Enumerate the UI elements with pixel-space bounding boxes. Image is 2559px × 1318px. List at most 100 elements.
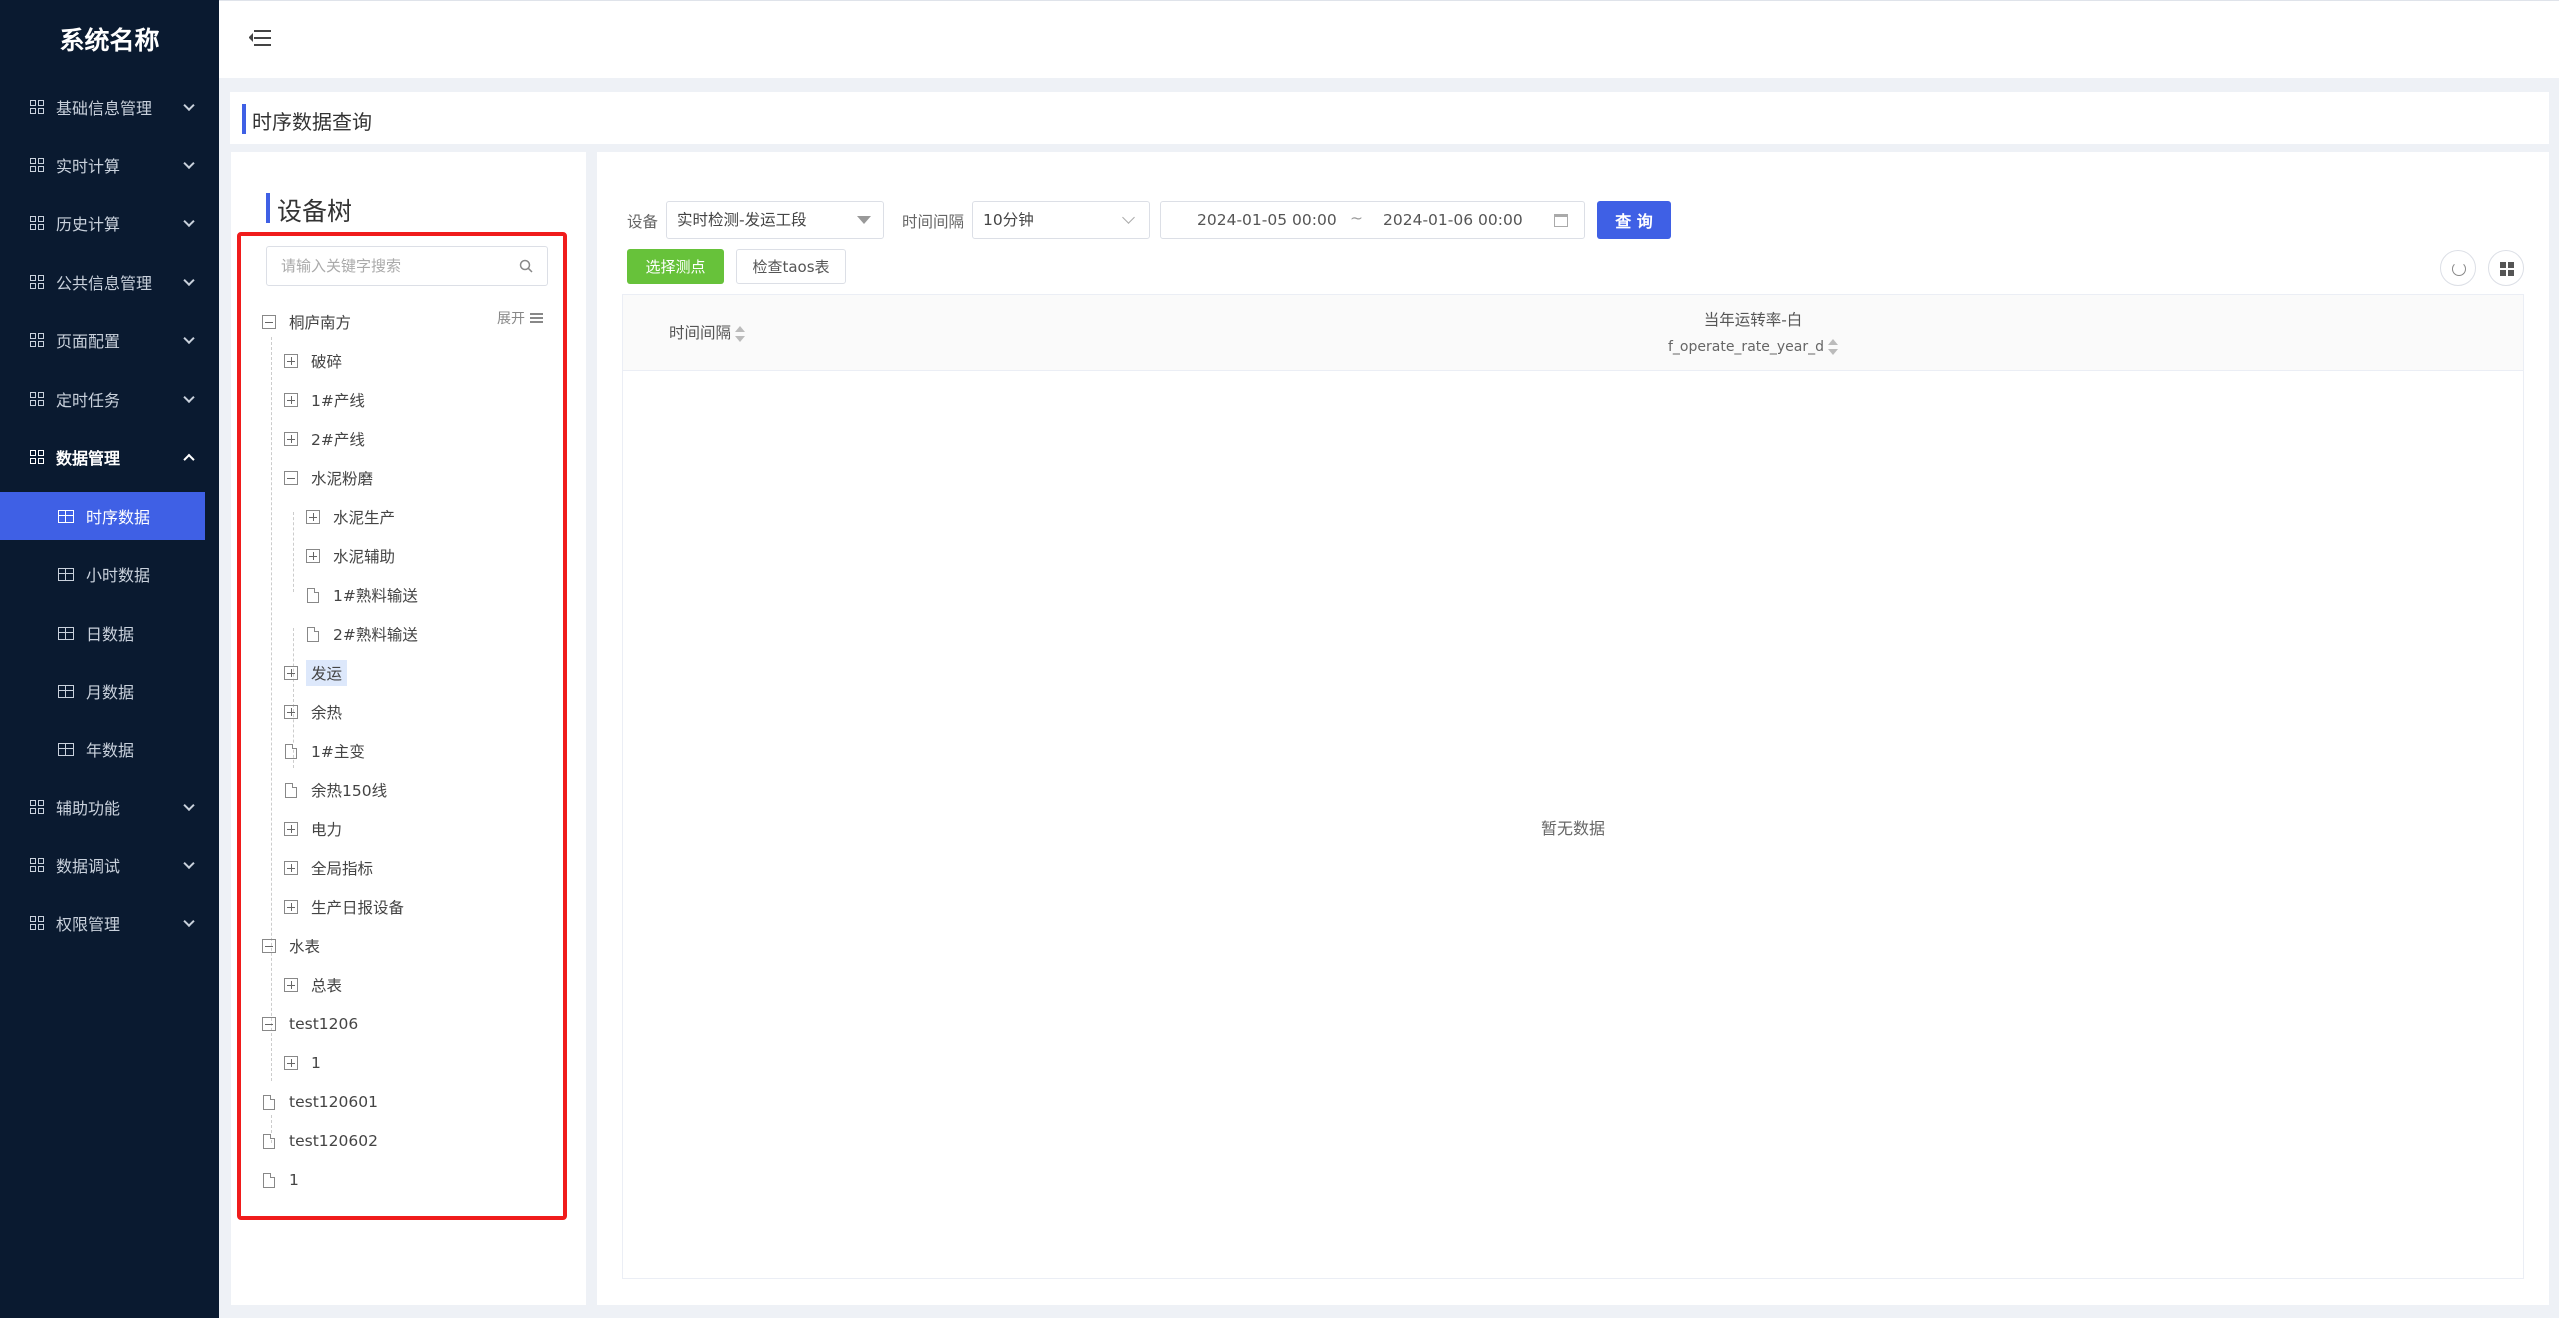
expand-all-toggle[interactable]: 展开 [497, 308, 543, 328]
expand-icon[interactable] [284, 1056, 298, 1070]
tree-node[interactable]: 破碎 [284, 346, 342, 376]
tree-search-input[interactable] [267, 247, 507, 285]
date-end[interactable]: 2024-01-06 00:00 [1383, 211, 1523, 229]
tree-node[interactable]: 1#熟料输送 [306, 580, 418, 610]
chevron-down-icon [183, 99, 195, 112]
list-icon [530, 313, 543, 323]
query-button[interactable]: 查 询 [1597, 201, 1671, 239]
column-header-interval[interactable]: 时间间隔 [669, 321, 746, 343]
tree-node[interactable]: 1 [262, 1165, 299, 1195]
tree-node[interactable]: 生产日报设备 [284, 892, 404, 922]
device-select[interactable]: 实时检测-发运工段 [666, 201, 884, 239]
search-icon[interactable] [519, 259, 533, 273]
tree-node[interactable]: 1#主变 [284, 736, 365, 766]
sidebar-item-label: 公共信息管理 [56, 274, 153, 293]
sidebar-item-history-calc[interactable]: 历史计算 [0, 194, 219, 252]
file-icon [263, 1094, 275, 1110]
tree-node[interactable]: 2#熟料输送 [306, 619, 418, 649]
sidebar-subitem-hourly[interactable]: 小时数据 [0, 550, 205, 598]
expand-icon[interactable] [284, 861, 298, 875]
expand-icon[interactable] [306, 510, 320, 524]
chevron-down-icon [183, 857, 195, 870]
select-points-button[interactable]: 选择测点 [627, 249, 724, 284]
sidebar-subitem-label: 小时数据 [86, 566, 151, 585]
tree-node[interactable]: 水泥辅助 [306, 541, 395, 571]
sidebar-subitem-daily[interactable]: 日数据 [0, 609, 205, 657]
grid-icon [30, 392, 44, 406]
sidebar-subitem-label: 月数据 [86, 683, 135, 702]
tree-node[interactable]: 2#产线 [284, 424, 365, 454]
sidebar-subitem-timeseries[interactable]: 时序数据 [0, 492, 205, 540]
tree-node[interactable]: 1 [284, 1048, 321, 1078]
sidebar-item-label: 基础信息管理 [56, 99, 153, 118]
sidebar-item-public-info[interactable]: 公共信息管理 [0, 253, 219, 311]
expand-icon[interactable] [284, 900, 298, 914]
expand-icon[interactable] [284, 432, 298, 446]
sidebar-item-label: 辅助功能 [56, 799, 121, 818]
sort-icon[interactable] [1828, 338, 1838, 356]
tree-node[interactable]: 水泥生产 [306, 502, 395, 532]
data-table: 时间间隔 当年运转率-白 f_operate_rate_year_d 暂无数据 [622, 294, 2524, 1279]
collapse-icon[interactable] [284, 471, 298, 485]
sidebar-item-data-management[interactable]: 数据管理 [0, 428, 219, 486]
sidebar-item-data-debug[interactable]: 数据调试 [0, 836, 219, 894]
sidebar-item-auxiliary[interactable]: 辅助功能 [0, 778, 219, 836]
device-label: 设备 [627, 213, 659, 231]
tree-node[interactable]: 桐庐南方 [262, 307, 351, 337]
refresh-button[interactable] [2440, 250, 2476, 286]
tree-search [266, 246, 548, 286]
check-taos-button[interactable]: 检查taos表 [736, 249, 846, 284]
expand-icon[interactable] [284, 666, 298, 680]
columns-button[interactable] [2488, 250, 2524, 286]
tree-node[interactable]: 余热 [284, 697, 342, 727]
expand-icon[interactable] [284, 354, 298, 368]
tree-node[interactable]: 总表 [284, 970, 342, 1000]
sidebar-subitem-yearly[interactable]: 年数据 [0, 725, 205, 773]
menu-collapse-icon[interactable] [249, 29, 271, 47]
sidebar-item-page-config[interactable]: 页面配置 [0, 311, 219, 369]
tree-title: 设备树 [277, 197, 353, 226]
refresh-icon [2452, 262, 2466, 276]
expand-icon[interactable] [284, 822, 298, 836]
tree-node-selected[interactable]: 发运 [284, 658, 348, 688]
sidebar-subitem-monthly[interactable]: 月数据 [0, 667, 205, 715]
sidebar-item-realtime-calc[interactable]: 实时计算 [0, 136, 219, 194]
interval-select[interactable]: 10分钟 [972, 201, 1150, 239]
tree-node[interactable]: test1206 [262, 1009, 358, 1039]
tree-node[interactable]: 全局指标 [284, 853, 373, 883]
tree-node[interactable]: test120602 [262, 1126, 378, 1156]
tree-node[interactable]: 水表 [262, 931, 320, 961]
chevron-down-icon [183, 157, 195, 170]
collapse-icon[interactable] [262, 939, 276, 953]
sort-icon[interactable] [735, 325, 746, 343]
tree-node[interactable]: 水泥粉磨 [284, 463, 373, 493]
sidebar-item-label: 数据调试 [56, 857, 121, 876]
grid-icon [30, 158, 44, 172]
title-accent-bar [242, 104, 246, 134]
expand-icon[interactable] [284, 705, 298, 719]
tree-node[interactable]: test120601 [262, 1087, 378, 1117]
date-start[interactable]: 2024-01-05 00:00 [1197, 211, 1337, 229]
chevron-up-icon [183, 453, 195, 466]
grid-icon [30, 916, 44, 930]
sidebar-item-permissions[interactable]: 权限管理 [0, 894, 219, 952]
sidebar-item-scheduled-tasks[interactable]: 定时任务 [0, 370, 219, 428]
expand-icon[interactable] [306, 549, 320, 563]
tree-guide-line [271, 337, 272, 1081]
device-select-value: 实时检测-发运工段 [677, 211, 807, 229]
collapse-icon[interactable] [262, 315, 276, 329]
tree-node[interactable]: 余热150线 [284, 775, 387, 805]
app-title: 系统名称 [59, 26, 160, 55]
expand-icon[interactable] [284, 978, 298, 992]
expand-icon[interactable] [284, 393, 298, 407]
column-header-operate-rate[interactable]: 当年运转率-白 f_operate_rate_year_d [1583, 307, 1923, 360]
calendar-icon [1554, 214, 1568, 227]
file-icon [307, 626, 319, 642]
collapse-icon[interactable] [262, 1017, 276, 1031]
tree-node[interactable]: 1#产线 [284, 385, 365, 415]
table-icon [58, 742, 74, 756]
sidebar-item-basic-info[interactable]: 基础信息管理 [0, 78, 219, 136]
expand-label: 展开 [497, 311, 525, 327]
tree-node[interactable]: 电力 [284, 814, 342, 844]
date-range-picker[interactable]: 2024-01-05 00:00 ~ 2024-01-06 00:00 [1160, 201, 1585, 239]
